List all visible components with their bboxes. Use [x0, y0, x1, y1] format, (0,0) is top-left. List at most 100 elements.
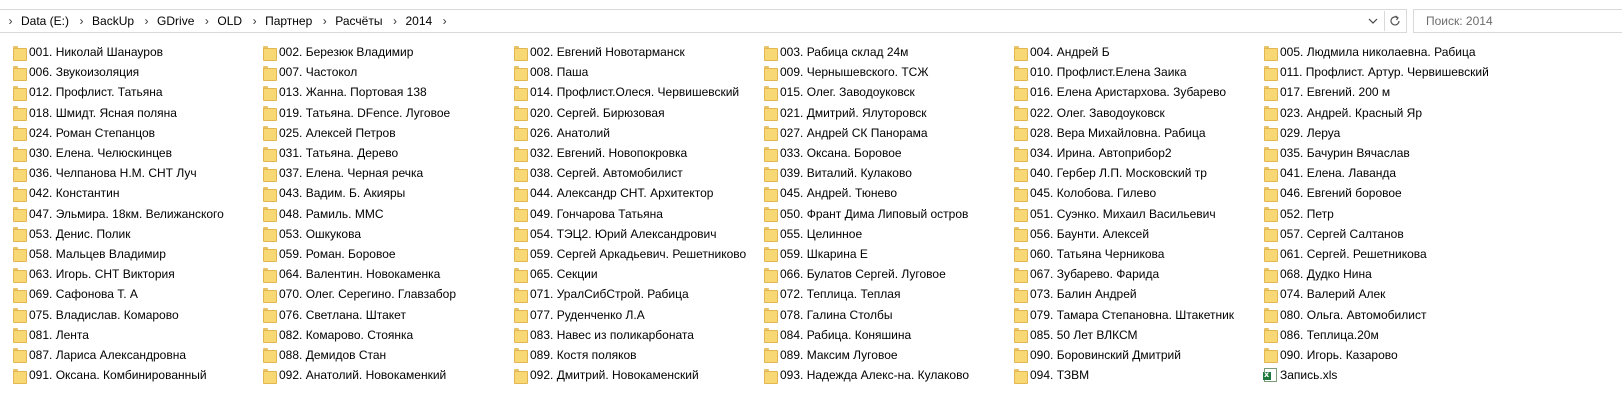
folder-item[interactable]: 038. Сергей. Автомобилист — [501, 163, 751, 183]
folder-item[interactable]: 045. Андрей. Тюнево — [751, 183, 1001, 203]
folder-item[interactable]: 092. Дмитрий. Новокаменский — [501, 365, 751, 385]
folder-item[interactable]: 051. Суэнко. Михаил Васильевич — [1001, 204, 1251, 224]
folder-item[interactable]: 044. Александр СНТ. Архитектор — [501, 183, 751, 203]
breadcrumb-item[interactable]: GDrive — [153, 14, 200, 28]
folder-item[interactable]: 077. Руденченко Л.А — [501, 304, 751, 324]
folder-item[interactable]: 084. Рабица. Коняшина — [751, 325, 1001, 345]
folder-item[interactable]: 085. 50 Лет ВЛКСМ — [1001, 325, 1251, 345]
folder-item[interactable]: 040. Гербер Л.П. Московский тр — [1001, 163, 1251, 183]
folder-item[interactable]: 081. Лента — [0, 325, 250, 345]
folder-item[interactable]: 043. Вадим. Б. Акияры — [250, 183, 500, 203]
folder-item[interactable]: 067. Зубарево. Фарида — [1001, 264, 1251, 284]
folder-item[interactable]: 003. Рабица склад 24м — [751, 42, 1001, 62]
folder-item[interactable]: 069. Сафонова Т. А — [0, 284, 250, 304]
breadcrumb-item[interactable]: 2014 — [401, 14, 438, 28]
folder-item[interactable]: 059. Сергей Аркадьевич. Решетниково — [501, 244, 751, 264]
folder-item[interactable]: 052. Петр — [1251, 204, 1501, 224]
breadcrumb-item[interactable]: BackUp — [88, 14, 140, 28]
folder-item[interactable]: 086. Теплица.20м — [1251, 325, 1501, 345]
breadcrumb-chevron-icon[interactable]: › — [248, 11, 261, 31]
breadcrumb-item[interactable]: OLD — [213, 14, 248, 28]
folder-item[interactable]: 023. Андрей. Красный Яр — [1251, 103, 1501, 123]
folder-item[interactable]: 002. Евгений Новотарманск — [501, 42, 751, 62]
folder-item[interactable]: 087. Лариса Александровна — [0, 345, 250, 365]
folder-item[interactable]: 048. Рамиль. ММС — [250, 204, 500, 224]
folder-item[interactable]: 041. Елена. Лаванда — [1251, 163, 1501, 183]
folder-item[interactable]: 027. Андрей СК Панорама — [751, 123, 1001, 143]
folder-item[interactable]: 028. Вера Михайловна. Рабица — [1001, 123, 1251, 143]
folder-item[interactable]: 076. Светлана. Штакет — [250, 304, 500, 324]
folder-item[interactable]: 060. Татьяна Черникова — [1001, 244, 1251, 264]
folder-item[interactable]: 046. Евгений боровое — [1251, 183, 1501, 203]
folder-item[interactable]: 055. Целинное — [751, 224, 1001, 244]
folder-item[interactable]: 045. Колобова. Гилево — [1001, 183, 1251, 203]
folder-item[interactable]: 047. Эльмира. 18км. Велижанского — [0, 204, 250, 224]
folder-item[interactable]: 012. Профлист. Татьяна — [0, 82, 250, 102]
folder-item[interactable]: 072. Теплица. Теплая — [751, 284, 1001, 304]
folder-item[interactable]: 025. Алексей Петров — [250, 123, 500, 143]
folder-item[interactable]: 058. Мальцев Владимир — [0, 244, 250, 264]
folder-item[interactable]: 066. Булатов Сергей. Луговое — [751, 264, 1001, 284]
folder-item[interactable]: 063. Игорь. СНТ Виктория — [0, 264, 250, 284]
folder-item[interactable]: 082. Комарово. Стоянка — [250, 325, 500, 345]
folder-item[interactable]: 036. Челпанова Н.М. СНТ Луч — [0, 163, 250, 183]
folder-item[interactable]: 035. Бачурин Вячаслав — [1251, 143, 1501, 163]
folder-item[interactable]: 022. Олег. Заводоуковск — [1001, 103, 1251, 123]
folder-item[interactable]: 001. Николай Шанауров — [0, 42, 250, 62]
folder-item[interactable]: 024. Роман Степанцов — [0, 123, 250, 143]
folder-item[interactable]: 059. Шкарина Е — [751, 244, 1001, 264]
address-bar[interactable]: › Data (E:) › BackUp › GDrive › OLD › Партнер › Рас… — [0, 9, 1407, 33]
folder-item[interactable]: 019. Татьяна. DFence. Луговое — [250, 103, 500, 123]
folder-item[interactable]: 090. Игорь. Казарово — [1251, 345, 1501, 365]
folder-item[interactable]: 010. Профлист.Елена Заика — [1001, 62, 1251, 82]
folder-item[interactable]: 080. Ольга. Автомобилист — [1251, 304, 1501, 324]
folder-item[interactable]: 093. Надежда Алекс-на. Кулаково — [751, 365, 1001, 385]
folder-item[interactable]: 009. Чернышевского. ТСЖ — [751, 62, 1001, 82]
folder-item[interactable]: 008. Паша — [501, 62, 751, 82]
address-history-button[interactable] — [1364, 12, 1382, 30]
folder-item[interactable]: 059. Роман. Боровое — [250, 244, 500, 264]
folder-item[interactable]: 070. Олег. Серегино. Главзабор — [250, 284, 500, 304]
folder-item[interactable]: 071. УралСибСтрой. Рабица — [501, 284, 751, 304]
folder-item[interactable]: 079. Тамара Степановна. Штакетник — [1001, 304, 1251, 324]
folder-item[interactable]: 013. Жанна. Портовая 138 — [250, 82, 500, 102]
folder-item[interactable]: 006. Звукоизоляция — [0, 62, 250, 82]
search-input[interactable] — [1426, 14, 1622, 28]
folder-item[interactable]: 074. Валерий Алек — [1251, 284, 1501, 304]
folder-item[interactable]: 039. Виталий. Кулаково — [751, 163, 1001, 183]
folder-item[interactable]: 083. Навес из поликарбоната — [501, 325, 751, 345]
folder-item[interactable]: 007. Частокол — [250, 62, 500, 82]
folder-item[interactable]: 065. Секции — [501, 264, 751, 284]
folder-item[interactable]: 031. Татьяна. Дерево — [250, 143, 500, 163]
breadcrumb-chevron-icon[interactable]: › — [318, 11, 331, 31]
folder-item[interactable]: 050. Франт Дима Липовый остров — [751, 204, 1001, 224]
folder-item[interactable]: 057. Сергей Салтанов — [1251, 224, 1501, 244]
folder-item[interactable]: 032. Евгений. Новопокровка — [501, 143, 751, 163]
folder-item[interactable]: 020. Сергей. Бирюзовая — [501, 103, 751, 123]
folder-item[interactable]: 029. Леруа — [1251, 123, 1501, 143]
folder-item[interactable]: 089. Максим Луговое — [751, 345, 1001, 365]
folder-item[interactable]: 015. Олег. Заводоуковск — [751, 82, 1001, 102]
refresh-button[interactable] — [1384, 11, 1404, 31]
folder-item[interactable]: 002. Березюк Владимир — [250, 42, 500, 62]
folder-item[interactable]: 078. Галина Столбы — [751, 304, 1001, 324]
folder-item[interactable]: 092. Анатолий. Новокаменкий — [250, 365, 500, 385]
breadcrumb-chevron-icon[interactable]: › — [75, 11, 88, 31]
breadcrumb-chevron-icon[interactable]: › — [4, 11, 17, 31]
folder-item[interactable]: 054. ТЭЦ2. Юрий Александрович — [501, 224, 751, 244]
folder-item[interactable]: 075. Владислав. Комарово — [0, 304, 250, 324]
folder-item[interactable]: 037. Елена. Черная речка — [250, 163, 500, 183]
folder-item[interactable]: 090. Боровинский Дмитрий — [1001, 345, 1251, 365]
breadcrumb-chevron-icon[interactable]: › — [388, 11, 401, 31]
folder-item[interactable]: 091. Оксана. Комбинированный — [0, 365, 250, 385]
breadcrumb-item[interactable]: Партнер — [261, 14, 318, 28]
folder-item[interactable]: 068. Дудко Нина — [1251, 264, 1501, 284]
folder-item[interactable]: 064. Валентин. Новокаменка — [250, 264, 500, 284]
folder-item[interactable]: 094. ТЗВМ — [1001, 365, 1251, 385]
folder-item[interactable]: 026. Анатолий — [501, 123, 751, 143]
folder-item[interactable]: 042. Константин — [0, 183, 250, 203]
folder-item[interactable]: 018. Шмидт. Ясная поляна — [0, 103, 250, 123]
folder-item[interactable]: 073. Балин Андрей — [1001, 284, 1251, 304]
file-item[interactable]: Запись.xls — [1251, 365, 1501, 385]
folder-item[interactable]: 021. Дмитрий. Ялуторовск — [751, 103, 1001, 123]
